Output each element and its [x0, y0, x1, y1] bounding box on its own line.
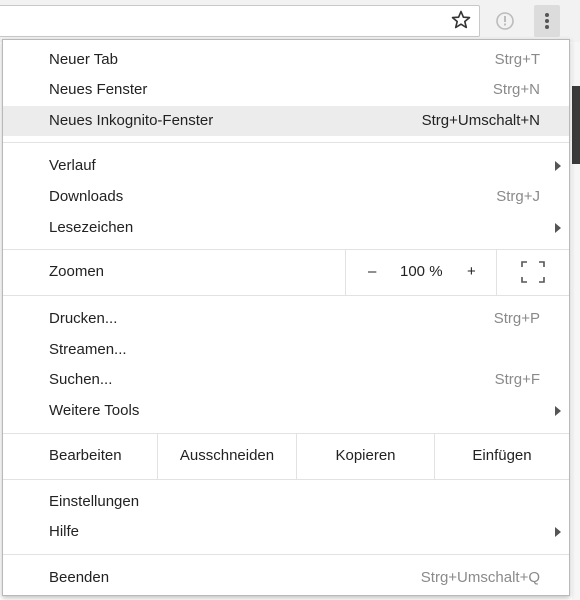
zoom-row: Zoomen – 100 % + [3, 249, 569, 295]
submenu-arrow-icon [555, 223, 561, 233]
menu-item-shortcut: Strg+Umschalt+N [421, 112, 540, 129]
page-background-dark [572, 86, 580, 164]
menu-item-help[interactable]: Hilfe [3, 517, 569, 547]
menu-item-label: Lesezeichen [49, 219, 134, 236]
zoom-controls: – 100 % + [345, 249, 497, 295]
menu-separator [3, 142, 569, 143]
menu-item-shortcut: Strg+N [492, 81, 540, 98]
menu-item-new-window[interactable]: Neues Fenster Strg+N [3, 75, 569, 105]
menu-item-label: Neues Inkognito-Fenster [49, 112, 214, 129]
menu-item-label: Weitere Tools [49, 402, 140, 419]
menu-item-label: Suchen... [49, 371, 113, 388]
chrome-main-menu: Neuer Tab Strg+T Neues Fenster Strg+N Ne… [2, 39, 570, 596]
menu-item-shortcut: Strg+F [494, 371, 540, 388]
menu-item-history[interactable]: Verlauf [3, 151, 569, 181]
menu-item-label: Neuer Tab [49, 51, 118, 68]
submenu-arrow-icon [555, 161, 561, 171]
address-bar[interactable] [0, 5, 480, 37]
fullscreen-icon[interactable] [521, 261, 545, 283]
menu-item-shortcut: Strg+T [494, 51, 540, 68]
submenu-arrow-icon [555, 406, 561, 416]
browser-toolbar [0, 0, 580, 42]
edit-label: Bearbeiten [49, 447, 122, 464]
menu-separator [3, 479, 569, 480]
menu-item-label: Drucken... [49, 310, 118, 327]
menu-item-shortcut: Strg+J [496, 188, 540, 205]
menu-item-find[interactable]: Suchen... Strg+F [3, 365, 569, 395]
menu-separator [3, 295, 569, 296]
zoom-out-button[interactable]: – [368, 249, 376, 295]
menu-separator [3, 554, 569, 555]
zoom-level: 100 % [400, 263, 443, 280]
star-icon[interactable] [450, 9, 472, 31]
menu-item-settings[interactable]: Einstellungen [3, 487, 569, 517]
cut-button[interactable]: Ausschneiden [157, 433, 296, 479]
menu-item-shortcut: Strg+Umschalt+Q [420, 569, 540, 586]
menu-item-label: Streamen... [49, 341, 127, 358]
menu-item-downloads[interactable]: Downloads Strg+J [3, 182, 569, 212]
zoom-in-button[interactable]: + [467, 249, 476, 295]
submenu-arrow-icon [555, 527, 561, 537]
shield-icon[interactable] [494, 10, 516, 32]
menu-item-new-tab[interactable]: Neuer Tab Strg+T [3, 45, 569, 75]
edit-row: Bearbeiten Ausschneiden Kopieren Einfüge… [3, 433, 569, 479]
menu-item-more-tools[interactable]: Weitere Tools [3, 396, 569, 426]
menu-item-label: Hilfe [49, 523, 80, 540]
menu-item-bookmarks[interactable]: Lesezeichen [3, 213, 569, 243]
paste-button[interactable]: Einfügen [434, 433, 569, 479]
menu-item-print[interactable]: Drucken... Strg+P [3, 304, 569, 334]
menu-item-shortcut: Strg+P [493, 310, 540, 327]
menu-item-label: Neues Fenster [49, 81, 148, 98]
menu-item-label: Beenden [49, 569, 110, 586]
menu-item-exit[interactable]: Beenden Strg+Umschalt+Q [3, 563, 569, 593]
three-dots-icon[interactable] [534, 5, 560, 37]
zoom-label: Zoomen [49, 263, 105, 280]
menu-item-cast[interactable]: Streamen... [3, 335, 569, 365]
copy-button[interactable]: Kopieren [296, 433, 434, 479]
menu-item-label: Downloads [49, 188, 124, 205]
menu-item-new-incognito-window[interactable]: Neues Inkognito-Fenster Strg+Umschalt+N [3, 106, 569, 136]
menu-item-label: Einstellungen [49, 493, 140, 510]
menu-item-label: Verlauf [49, 157, 96, 174]
